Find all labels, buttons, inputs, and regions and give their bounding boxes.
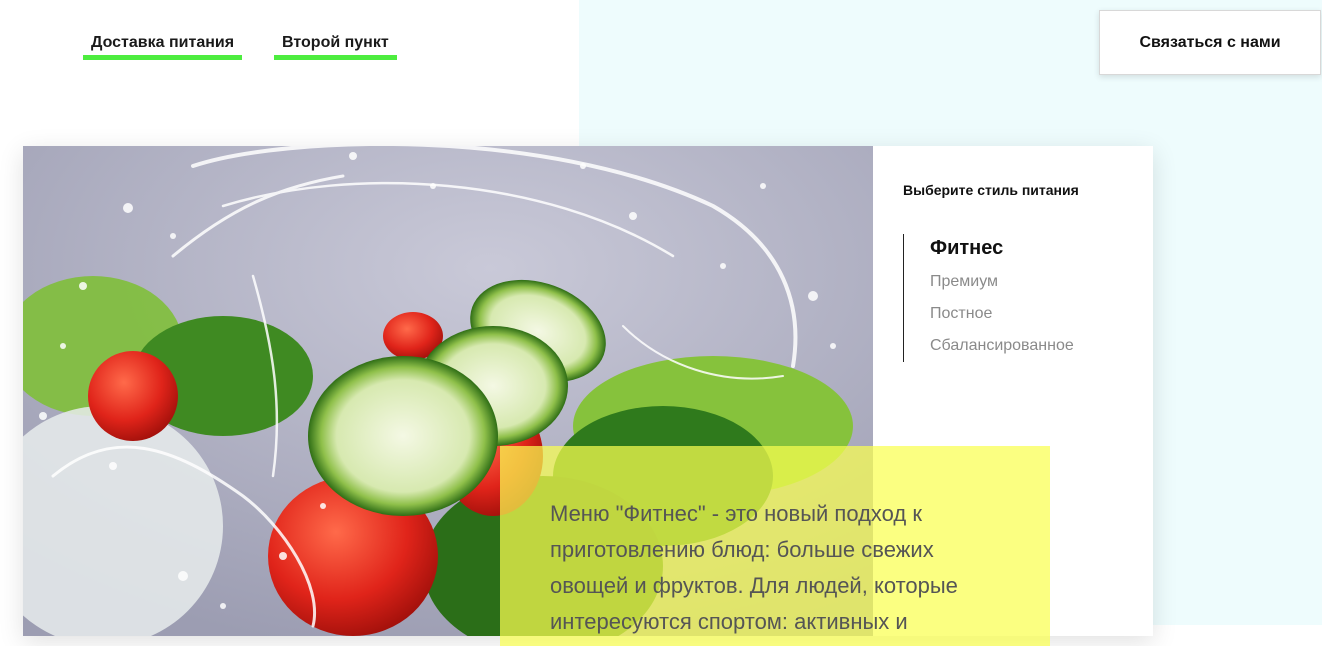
style-selector-title: Выберите стиль питания [903,182,1079,198]
style-option-premium[interactable]: Премиум [930,266,1143,298]
nav-item-label: Второй пункт [282,34,389,51]
contact-us-button[interactable]: Связаться с нами [1099,10,1321,75]
style-option-lenten[interactable]: Постное [930,298,1143,330]
menu-description-text: Меню "Фитнес" - это новый подход к приго… [550,501,958,634]
nav-item-second[interactable]: Второй пункт [274,30,397,60]
menu-description-box: Меню "Фитнес" - это новый подход к приго… [500,446,1050,646]
style-option-fitness[interactable]: Фитнес [930,234,1143,262]
style-list: Фитнес Премиум Постное Сбалансированное [903,234,1143,362]
style-selector-panel: Выберите стиль питания Фитнес Премиум По… [903,182,1143,362]
top-nav: Доставка питания Второй пункт [83,30,397,60]
nav-underline [83,55,243,60]
style-option-balanced[interactable]: Сбалансированное [930,330,1143,362]
nav-underline [274,55,397,60]
nav-item-label: Доставка питания [91,34,235,51]
nav-item-delivery[interactable]: Доставка питания [83,30,243,60]
